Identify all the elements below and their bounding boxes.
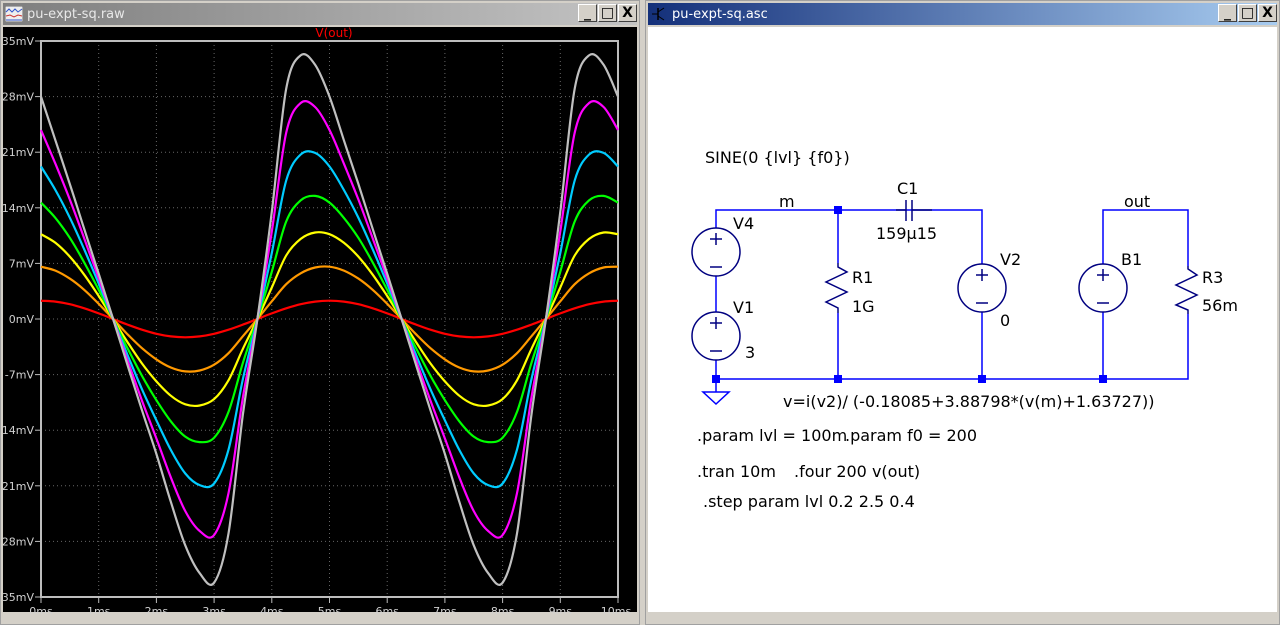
x-tick-label: 10ms [601,605,632,614]
minimize-button[interactable]: _ [1218,4,1237,22]
resistor-r3[interactable] [1174,266,1199,314]
v1-value[interactable]: 3 [745,343,755,362]
x-tick-label: 9ms [549,605,573,614]
y-tick-label: 14mV [3,202,34,215]
schematic-canvas[interactable]: SINE(0 {lvl} {f0}) m V4 V1 3 C1 159µ15 R… [648,27,1277,612]
voltage-source-v2[interactable] [957,263,1007,313]
r3-name[interactable]: R3 [1202,268,1223,287]
maximize-button[interactable]: □ [1238,4,1257,22]
directive-param-f0[interactable]: .param f0 = 200 [845,426,977,445]
v2-name[interactable]: V2 [1000,250,1021,269]
y-tick-label: -21mV [3,480,34,493]
ground-icon[interactable] [701,383,731,406]
schematic-drawing[interactable]: SINE(0 {lvl} {f0}) m V4 V1 3 C1 159µ15 R… [648,27,1277,612]
voltage-source-v4[interactable] [691,227,741,277]
directive-four[interactable]: .four 200 v(out) [794,462,920,481]
waveform-titlebar[interactable]: pu-expt-sq.raw _ □ X [3,3,637,25]
r1-name[interactable]: R1 [852,268,873,287]
c1-value[interactable]: 159µ15 [876,224,937,243]
y-tick-label: -7mV [5,369,35,382]
x-tick-label: 6ms [375,605,399,614]
x-tick-label: 3ms [202,605,226,614]
capacitor-c1[interactable] [896,200,932,221]
c1-name[interactable]: C1 [897,179,918,198]
schematic-app-icon [652,7,665,21]
window-title: pu-expt-sq.asc [672,6,768,22]
y-tick-label: 28mV [3,91,34,104]
waveform-window: pu-expt-sq.raw _ □ X 35mV 28mV 21mV 14mV 7mV… [0,0,640,625]
trace-label-vout[interactable]: V(out) [315,26,352,40]
x-tick-label: 4ms [260,605,284,614]
behavioral-source-b1[interactable] [1078,263,1128,313]
plot-pane[interactable]: 35mV 28mV 21mV 14mV 7mV 0mV -7mV -14mV -21mV -28m… [0,26,639,618]
y-tick-label: 7mV [9,257,35,270]
directive-step[interactable]: .step param lvl 0.2 2.5 0.4 [703,492,915,511]
minimize-button[interactable]: _ [578,4,597,22]
y-tick-label: 35mV [3,35,34,48]
x-tick-label: 2ms [145,605,169,614]
maximize-button[interactable]: □ [598,4,617,22]
close-button[interactable]: X [1258,4,1277,22]
y-tick-label: -14mV [3,424,34,437]
resistor-r1[interactable] [824,263,849,313]
schematic-titlebar[interactable]: pu-expt-sq.asc _ □ X [648,3,1277,25]
plot-grid [41,41,618,597]
waveform-app-icon [5,6,23,22]
directive-param-lvl[interactable]: .param lvl = 100m [697,426,847,445]
b1-expression[interactable]: v=i(v2)/ (-0.18085+3.88798*(v(m)+1.63727… [783,392,1155,411]
directive-tran[interactable]: .tran 10m [697,462,776,481]
y-tick-label: 0mV [9,313,35,326]
v2-value[interactable]: 0 [1000,311,1010,330]
waveform-plot[interactable]: 35mV 28mV 21mV 14mV 7mV 0mV -7mV -14mV -21mV -28m… [0,26,639,618]
x-tick-label: 1ms [87,605,111,614]
net-label-out[interactable]: out [1124,192,1150,211]
x-tick-label: 5ms [318,605,342,614]
y-tick-label: -35mV [3,591,34,604]
x-tick-label: 8ms [491,605,515,614]
window-title: pu-expt-sq.raw [27,6,125,22]
v4-name[interactable]: V4 [733,214,754,233]
source-spec-label[interactable]: SINE(0 {lvl} {f0}) [705,148,850,167]
net-label-m[interactable]: m [779,192,795,211]
x-tick-label: 0ms [29,605,53,614]
voltage-source-v1[interactable] [691,311,741,361]
v1-name[interactable]: V1 [733,298,754,317]
y-tick-label: -28mV [3,535,34,548]
close-button[interactable]: X [618,4,637,22]
r3-value[interactable]: 56m [1202,296,1238,315]
wires [715,209,1189,380]
schematic-window: pu-expt-sq.asc _ □ X SINE(0 {lvl} {f0}) … [645,0,1280,625]
x-tick-label: 7ms [433,605,457,614]
y-tick-label: 21mV [3,146,34,159]
r1-value[interactable]: 1G [852,297,875,316]
b1-name[interactable]: B1 [1121,250,1142,269]
